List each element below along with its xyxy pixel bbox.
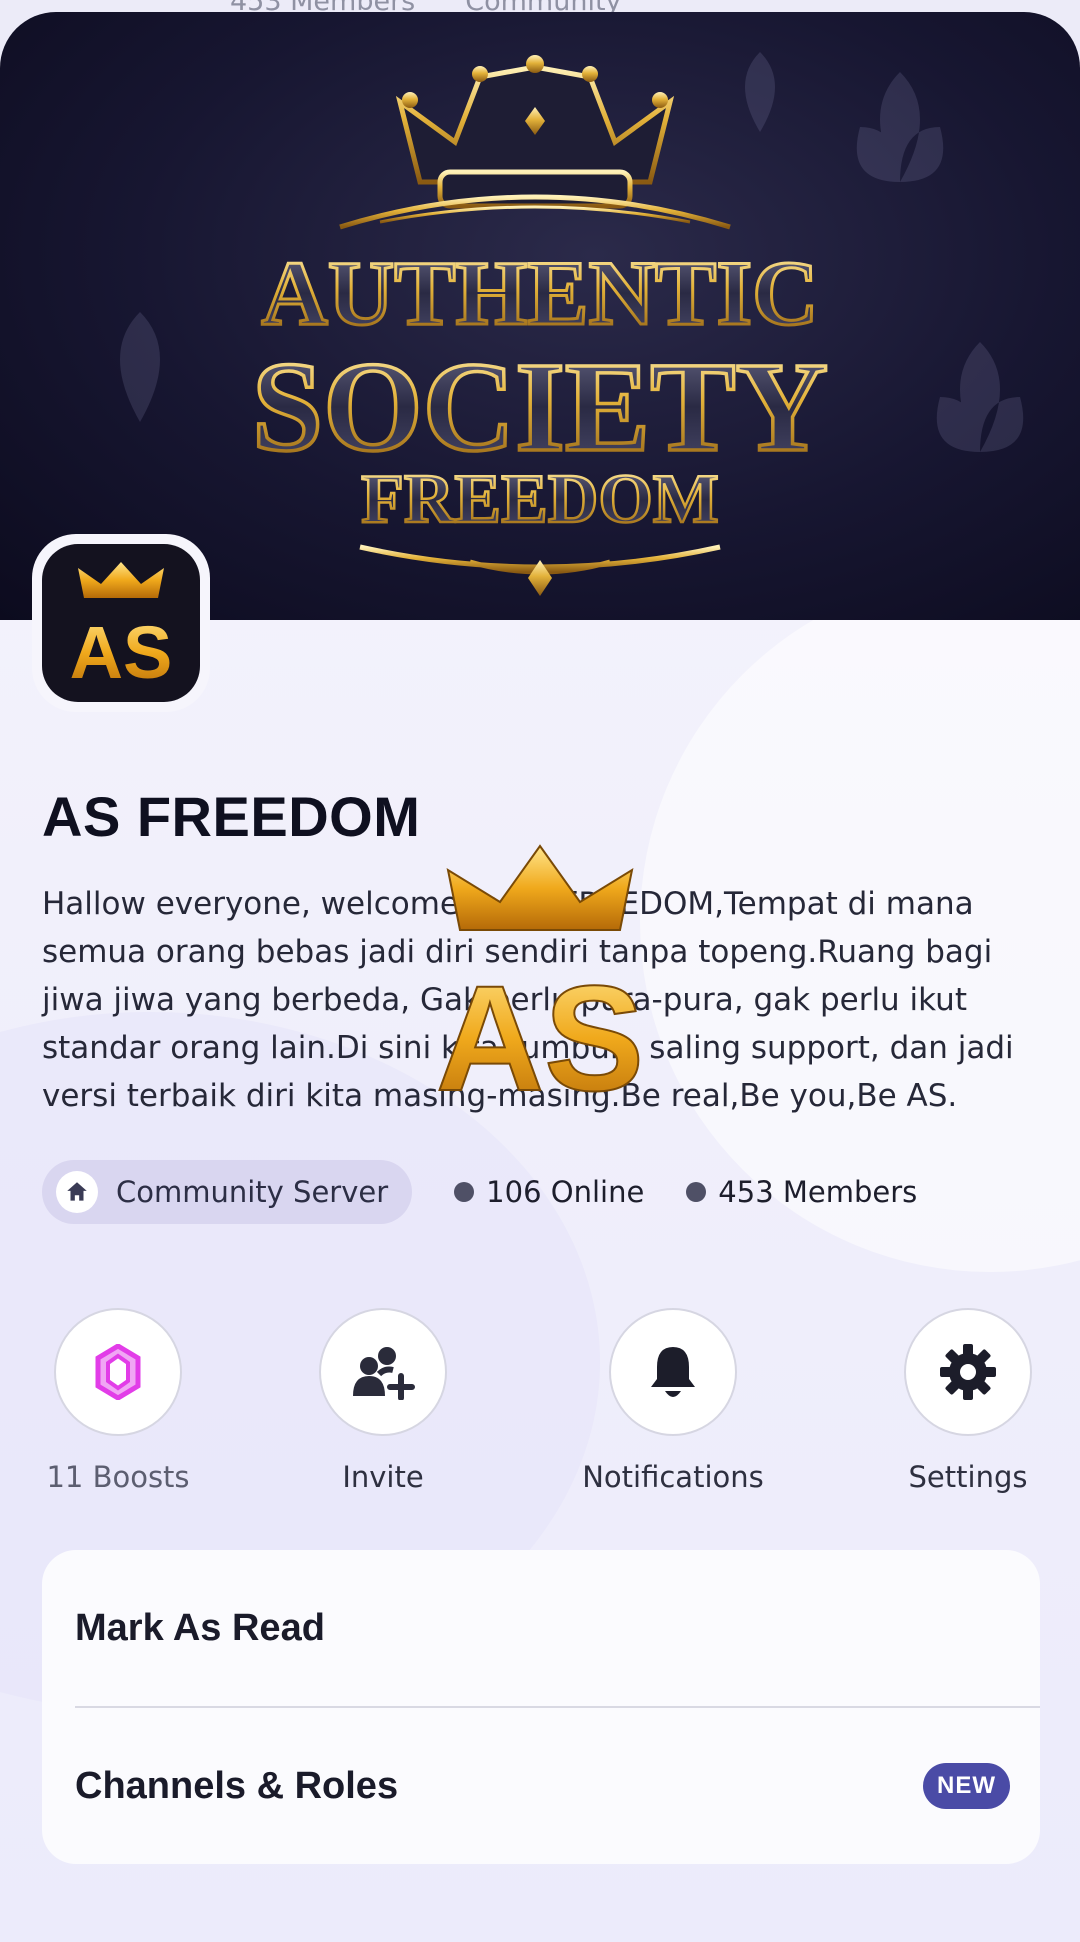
server-icon[interactable]: AS bbox=[32, 534, 210, 712]
banner-line1: AUTHENTIC bbox=[261, 242, 818, 344]
online-count: 106 Online bbox=[454, 1175, 644, 1209]
banner-line3: FREEDOM bbox=[361, 461, 719, 538]
boosts-label: 11 Boosts bbox=[46, 1460, 190, 1494]
community-server-label: Community Server bbox=[116, 1175, 389, 1209]
boost-gem-icon bbox=[95, 1344, 141, 1400]
notifications-label: Notifications bbox=[582, 1460, 764, 1494]
add-person-icon bbox=[353, 1347, 415, 1400]
member-count: 453 Members bbox=[686, 1175, 917, 1209]
server-banner: AUTHENTIC SOCIETY FREEDOM bbox=[0, 12, 1080, 620]
invite-label: Invite bbox=[342, 1460, 424, 1494]
mark-as-read-item[interactable]: Mark As Read bbox=[42, 1550, 1040, 1706]
gear-icon bbox=[940, 1344, 996, 1400]
community-server-badge[interactable]: Community Server bbox=[42, 1160, 413, 1224]
channels-roles-label: Channels & Roles bbox=[75, 1764, 399, 1807]
notifications-button[interactable]: Notifications bbox=[563, 1308, 783, 1494]
online-text: 106 Online bbox=[486, 1175, 645, 1209]
member-dot-icon bbox=[686, 1182, 707, 1202]
bell-icon bbox=[651, 1347, 695, 1397]
svg-text:AS: AS bbox=[436, 954, 644, 1110]
server-info-sheet: AUTHENTIC SOCIETY FREEDOM AS AS FREEDOM … bbox=[0, 12, 1080, 1942]
member-text: 453 Members bbox=[718, 1175, 918, 1209]
crown-icon bbox=[339, 55, 731, 230]
as-watermark-icon: AS bbox=[435, 844, 645, 1110]
mark-as-read-label: Mark As Read bbox=[75, 1606, 325, 1649]
invite-button[interactable]: Invite bbox=[273, 1308, 493, 1494]
settings-label: Settings bbox=[908, 1460, 1028, 1494]
as-logo-icon: AS bbox=[70, 562, 173, 688]
new-badge: NEW bbox=[923, 1763, 1010, 1809]
banner-line2: SOCIETY bbox=[252, 336, 828, 478]
channels-roles-item[interactable]: Channels & Roles NEW bbox=[42, 1708, 1040, 1864]
boosts-button[interactable]: 11 Boosts bbox=[8, 1308, 228, 1494]
online-dot-icon bbox=[454, 1182, 475, 1202]
server-menu: Mark As Read Channels & Roles NEW bbox=[42, 1550, 1040, 1864]
authentic-society-freedom-logo: AUTHENTIC SOCIETY FREEDOM bbox=[250, 55, 830, 596]
settings-button[interactable]: Settings bbox=[858, 1308, 1078, 1494]
svg-text:AS: AS bbox=[70, 611, 173, 688]
server-name: AS FREEDOM bbox=[42, 785, 421, 848]
action-row: 11 Boosts Invite Notifications Settings bbox=[0, 1308, 1080, 1508]
home-icon bbox=[56, 1171, 98, 1213]
server-stats: Community Server 106 Online 453 Members bbox=[42, 1160, 917, 1224]
